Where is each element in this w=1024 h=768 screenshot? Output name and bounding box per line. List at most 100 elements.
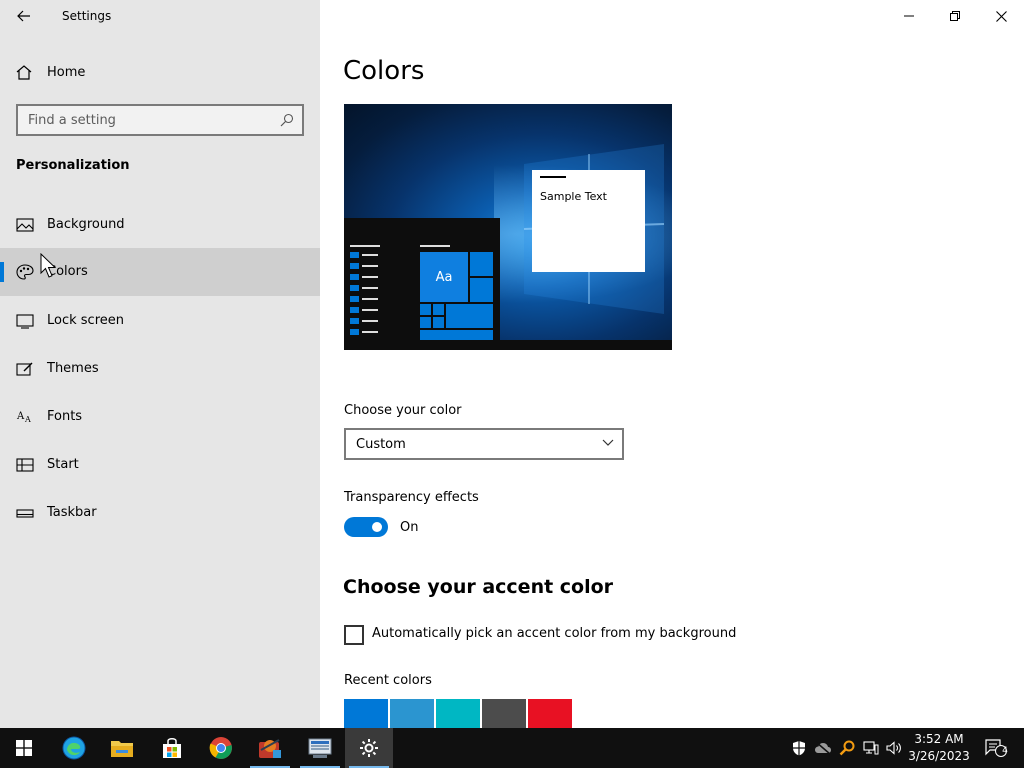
choose-color-dropdown[interactable]: Custom — [344, 428, 624, 460]
taskbar-app[interactable] — [246, 728, 294, 768]
tray-volume[interactable] — [882, 728, 906, 768]
preview-menu-header — [350, 245, 380, 247]
back-arrow-icon — [17, 10, 30, 22]
network-icon — [863, 741, 879, 755]
fonts-icon: AA — [16, 411, 31, 424]
palette-icon — [16, 264, 34, 280]
clock[interactable]: 3:52 AM 3/26/2023 — [904, 731, 974, 765]
themes-icon — [16, 362, 33, 376]
sidebar-item-start[interactable]: Start — [0, 441, 320, 489]
notification-count: 4 — [1002, 746, 1008, 756]
sidebar-item-themes[interactable]: Themes — [0, 345, 320, 393]
sidebar-item-background[interactable]: Background — [0, 201, 320, 249]
minimize-icon — [904, 15, 914, 17]
nav-home[interactable]: Home — [0, 56, 320, 90]
section-heading: Personalization — [16, 158, 130, 173]
back-button[interactable] — [10, 4, 38, 28]
sidebar-item-label: Start — [47, 457, 79, 472]
sidebar-item-label: Background — [47, 217, 125, 232]
recent-color-swatch[interactable] — [482, 699, 526, 728]
transparency-state: On — [400, 520, 419, 535]
sidebar-item-label: Fonts — [47, 409, 83, 424]
close-button[interactable] — [978, 0, 1024, 32]
preview-tile — [420, 317, 431, 328]
taskbar-chrome[interactable] — [197, 728, 245, 768]
file-explorer-icon — [111, 741, 133, 757]
edge-icon — [62, 736, 86, 760]
home-icon — [16, 65, 32, 80]
recent-color-swatch[interactable] — [436, 699, 480, 728]
sidebar-item-lock-screen[interactable]: Lock screen — [0, 297, 320, 345]
preview-tile — [433, 304, 444, 315]
image-icon — [16, 218, 34, 232]
transparency-toggle[interactable] — [344, 517, 388, 537]
preview-tile — [420, 304, 431, 315]
start-button[interactable] — [0, 728, 48, 768]
app-icon — [259, 739, 281, 758]
sidebar-item-fonts[interactable]: AA Fonts — [0, 393, 320, 441]
sidebar-item-taskbar[interactable]: Taskbar — [0, 489, 320, 537]
sidebar-item-label: Taskbar — [47, 505, 97, 520]
network-app-icon — [308, 738, 332, 758]
clock-date: 3/26/2023 — [908, 749, 970, 763]
taskbar-network-app[interactable] — [296, 728, 344, 768]
taskbar-settings[interactable] — [345, 728, 393, 768]
search-icon[interactable] — [280, 113, 294, 127]
chevron-down-icon — [602, 439, 614, 446]
start-icon — [16, 458, 34, 472]
svg-text:A: A — [24, 415, 31, 424]
preview-tile — [470, 278, 493, 302]
action-center-button[interactable]: 4 — [981, 728, 1011, 768]
speaker-icon — [886, 741, 901, 755]
magnifier-app-icon — [839, 740, 855, 756]
taskbar-store[interactable] — [148, 728, 196, 768]
taskbar-edge[interactable] — [50, 728, 98, 768]
taskbar-icon — [16, 509, 34, 518]
search-box[interactable] — [16, 104, 304, 136]
tray-search-app[interactable] — [835, 728, 859, 768]
toggle-knob — [372, 522, 382, 532]
title-bar: Settings — [0, 0, 320, 32]
tray-network[interactable] — [859, 728, 883, 768]
preview-tile — [420, 330, 493, 340]
tray-security[interactable] — [787, 728, 811, 768]
recent-colors-label: Recent colors — [344, 673, 432, 688]
active-indicator — [0, 262, 4, 282]
nav-home-label: Home — [47, 65, 86, 80]
preview-taskbar — [344, 340, 672, 350]
choose-color-value: Custom — [356, 437, 406, 452]
minimize-button[interactable] — [886, 0, 932, 32]
recent-color-swatch[interactable] — [344, 699, 388, 728]
chrome-icon — [209, 737, 232, 759]
accent-heading: Choose your accent color — [343, 576, 614, 598]
choose-color-label: Choose your color — [344, 403, 462, 418]
mouse-cursor-icon — [40, 253, 57, 278]
sidebar-item-label: Lock screen — [47, 313, 124, 328]
preview-sample-window: Sample Text — [532, 170, 645, 272]
taskbar: 3:52 AM 3/26/2023 4 — [0, 728, 1024, 768]
color-preview: Aa Sample Text — [344, 104, 672, 350]
svg-text:A: A — [16, 411, 25, 422]
windows-start-icon — [16, 740, 32, 756]
page-title: Colors — [343, 56, 425, 86]
tray-onedrive[interactable] — [811, 728, 835, 768]
auto-pick-accent-label[interactable]: Automatically pick an accent color from … — [372, 626, 736, 641]
transparency-label: Transparency effects — [344, 490, 479, 505]
restore-icon — [950, 11, 960, 21]
search-input[interactable] — [28, 111, 268, 129]
cloud-off-icon — [815, 741, 831, 755]
recent-color-swatch[interactable] — [528, 699, 572, 728]
settings-icon — [360, 739, 378, 757]
auto-pick-accent-checkbox[interactable] — [344, 625, 364, 645]
restore-button[interactable] — [932, 0, 978, 32]
preview-tile — [470, 252, 493, 276]
preview-tile — [433, 317, 444, 328]
recent-color-swatch[interactable] — [390, 699, 434, 728]
close-icon — [995, 10, 1007, 22]
store-icon — [163, 738, 181, 758]
taskbar-file-explorer[interactable] — [98, 728, 146, 768]
sidebar: Settings Home Personalization Background… — [0, 0, 320, 728]
sample-text: Sample Text — [540, 190, 607, 203]
clock-time: 3:52 AM — [914, 732, 964, 746]
preview-tile-aa: Aa — [420, 252, 468, 302]
